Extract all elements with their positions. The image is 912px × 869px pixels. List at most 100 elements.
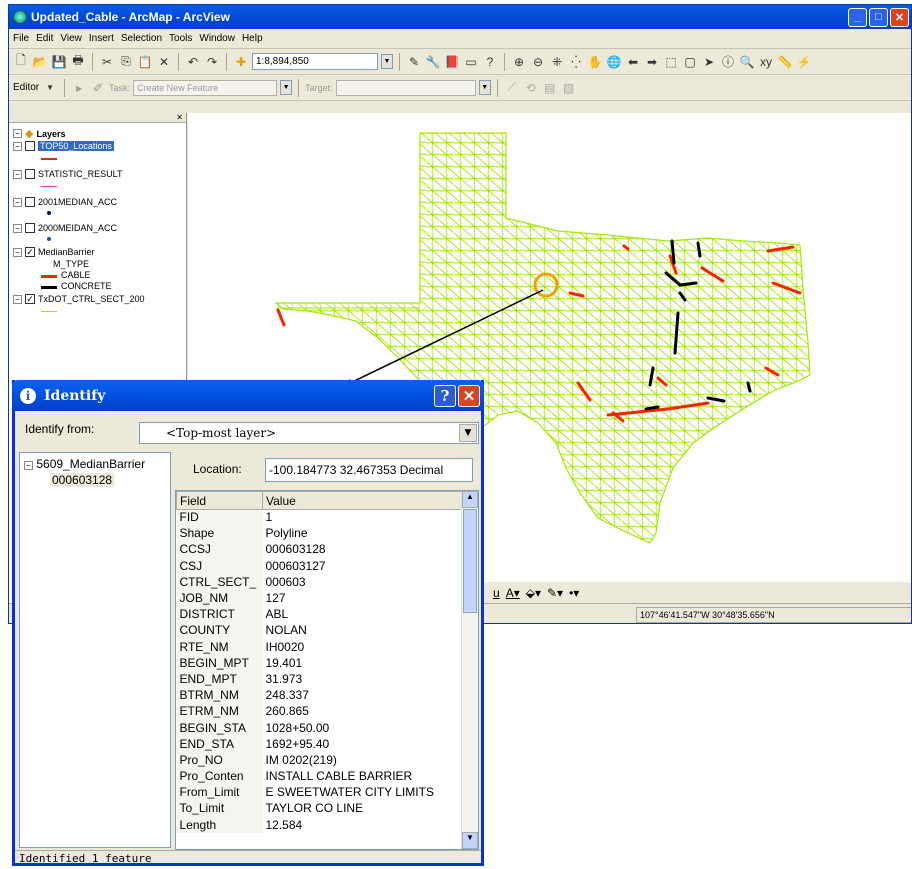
- collapse-icon[interactable]: −: [13, 141, 22, 151]
- menu-selection[interactable]: Selection: [121, 33, 162, 44]
- font-color-icon[interactable]: A▾: [506, 586, 520, 600]
- new-document-icon[interactable]: 🗋: [13, 53, 29, 70]
- menu-window[interactable]: Window: [199, 33, 235, 44]
- menu-edit[interactable]: Edit: [36, 33, 53, 44]
- editor-dropdown-icon[interactable]: ▼: [42, 80, 58, 96]
- menu-view[interactable]: View: [60, 33, 82, 44]
- table-row[interactable]: FID 1: [176, 509, 462, 526]
- toc-layer-top50[interactable]: − TOP50_Locations: [13, 141, 114, 151]
- table-row[interactable]: JOB_NM 127: [176, 590, 462, 607]
- identify-from-select[interactable]: <Top-most layer> ▼: [139, 422, 479, 444]
- measure-icon[interactable]: 📏: [777, 54, 793, 70]
- table-row[interactable]: CCSJ 000603128: [176, 541, 462, 559]
- table-row[interactable]: ETRM_NM 260.865: [176, 703, 462, 720]
- paste-icon[interactable]: 📋: [137, 54, 153, 70]
- table-row[interactable]: BEGIN_MPT 19.401: [176, 655, 462, 672]
- rotate-tool-icon[interactable]: ⟲: [523, 80, 539, 96]
- select-features-icon[interactable]: ⬚: [663, 54, 679, 70]
- layer-checkbox[interactable]: [25, 169, 35, 179]
- layer-checkbox[interactable]: [25, 197, 35, 207]
- open-folder-icon[interactable]: 📂: [32, 54, 48, 70]
- menu-file[interactable]: File: [13, 33, 29, 44]
- table-row[interactable]: Pro_NO IM 0202(219): [176, 752, 462, 769]
- forward-extent-icon[interactable]: ➡: [644, 54, 660, 70]
- layers-root[interactable]: − ◆ Layers: [13, 127, 66, 140]
- add-data-icon[interactable]: ✚: [233, 54, 249, 70]
- back-extent-icon[interactable]: ⬅: [625, 54, 641, 70]
- table-row[interactable]: Length 12.584: [176, 817, 462, 834]
- identify-title-bar[interactable]: i Identify ? ✕: [12, 380, 484, 411]
- menu-insert[interactable]: Insert: [89, 33, 114, 44]
- target-select[interactable]: [335, 79, 476, 96]
- collapse-icon[interactable]: −: [13, 223, 22, 233]
- table-row[interactable]: RTE_NM IH0020: [176, 639, 462, 656]
- table-row[interactable]: Pro_Conten INSTALL CABLE BARRIER: [176, 768, 462, 785]
- scroll-up-icon[interactable]: ▲: [462, 491, 478, 508]
- table-row[interactable]: DISTRICT ABL: [176, 606, 462, 623]
- table-row[interactable]: CSJ 000603127: [176, 558, 462, 575]
- hyperlink-icon[interactable]: ⚡: [796, 54, 812, 70]
- layer-checkbox[interactable]: ✓: [25, 247, 35, 257]
- arctoolbox-icon[interactable]: 🔧: [425, 54, 441, 70]
- task-select[interactable]: Create New Feature: [133, 79, 278, 96]
- value-column-header[interactable]: Value: [262, 491, 462, 510]
- help-button[interactable]: ?: [434, 384, 456, 407]
- table-row[interactable]: BEGIN_STA 1028+50.00: [176, 719, 462, 737]
- find-icon[interactable]: 🔍: [739, 54, 755, 70]
- grid-scrollbar[interactable]: ▲ ▼: [461, 491, 478, 849]
- toc-layer-statistic[interactable]: − STATISTIC_RESULT: [13, 169, 123, 179]
- toc-layer-2001median[interactable]: − 2001MEDIAN_ACC: [13, 197, 117, 207]
- fixed-zoom-in-icon[interactable]: ⁜: [549, 54, 565, 70]
- print-icon[interactable]: 🖶: [70, 53, 86, 70]
- collapse-icon[interactable]: −: [24, 461, 33, 470]
- location-value[interactable]: -100.184773 32.467353 Decimal: [265, 458, 473, 482]
- sketch-properties-icon[interactable]: ▧: [561, 80, 577, 96]
- collapse-icon[interactable]: −: [13, 247, 22, 257]
- split-tool-icon[interactable]: ⟋: [504, 80, 520, 96]
- redo-icon[interactable]: ↷: [204, 54, 220, 70]
- toc-layer-txdot[interactable]: − ✓ TxDOT_CTRL_SECT_200: [13, 294, 145, 304]
- layer-checkbox[interactable]: [25, 223, 35, 233]
- menu-help[interactable]: Help: [242, 33, 263, 44]
- undo-icon[interactable]: ↶: [185, 54, 201, 70]
- zoom-out-icon[interactable]: ⊖: [530, 54, 546, 70]
- go-to-xy-icon[interactable]: xy: [758, 54, 774, 70]
- line-color-icon[interactable]: ✎▾: [547, 586, 563, 600]
- cut-icon[interactable]: ✂: [99, 54, 115, 70]
- collapse-icon[interactable]: −: [13, 169, 22, 179]
- minimize-button[interactable]: _: [848, 7, 867, 27]
- attributes-icon[interactable]: ▤: [542, 80, 558, 96]
- edit-tool-icon[interactable]: ▸: [71, 80, 87, 96]
- table-row[interactable]: END_STA 1692+95.40: [176, 736, 462, 753]
- select-elements-icon[interactable]: ➤: [701, 54, 717, 70]
- toc-close-icon[interactable]: ✕: [9, 113, 186, 123]
- collapse-icon[interactable]: −: [13, 294, 22, 304]
- table-row[interactable]: CTRL_SECT_ 000603: [176, 574, 462, 591]
- catalog-icon[interactable]: 📕: [444, 54, 460, 70]
- collapse-icon[interactable]: −: [13, 197, 22, 207]
- delete-icon[interactable]: ✕: [156, 54, 172, 70]
- clear-selection-icon[interactable]: ▢: [682, 54, 698, 70]
- close-button[interactable]: ✕: [890, 7, 909, 27]
- pan-icon[interactable]: ✋: [587, 54, 603, 70]
- table-row[interactable]: To_Limit TAYLOR CO LINE: [176, 800, 462, 818]
- command-line-icon[interactable]: ▭: [463, 54, 479, 70]
- identify-close-button[interactable]: ✕: [458, 384, 480, 407]
- layer-checkbox[interactable]: ✓: [25, 294, 35, 304]
- whats-this-icon[interactable]: ?: [482, 54, 498, 70]
- fixed-zoom-out-icon[interactable]: ⁛: [568, 54, 584, 70]
- identify-icon[interactable]: ⓘ: [720, 54, 736, 70]
- save-icon[interactable]: 💾: [51, 54, 67, 70]
- map-scale-input[interactable]: 1:8,894,850: [252, 53, 378, 70]
- task-dropdown-icon[interactable]: ▼: [280, 80, 293, 95]
- table-row[interactable]: COUNTY NOLAN: [176, 622, 462, 639]
- maximize-button[interactable]: □: [869, 7, 888, 27]
- scroll-thumb[interactable]: [463, 509, 477, 613]
- scroll-down-icon[interactable]: ▼: [462, 832, 478, 849]
- table-row[interactable]: END_MPT 31.973: [176, 671, 462, 688]
- underline-icon[interactable]: u: [493, 586, 500, 600]
- tree-layer-node[interactable]: − 5609_MedianBarrier: [20, 453, 170, 471]
- zoom-in-icon[interactable]: ⊕: [511, 54, 527, 70]
- chevron-down-icon[interactable]: ▼: [459, 424, 477, 442]
- fill-color-icon[interactable]: ⬙▾: [526, 586, 541, 600]
